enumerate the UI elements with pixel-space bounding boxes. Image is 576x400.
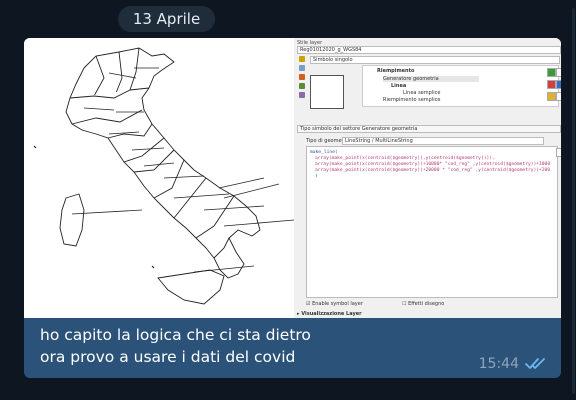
down-arrow-icon[interactable] <box>556 80 561 89</box>
diagram-tab-icon[interactable] <box>299 74 305 80</box>
symbology-tab-icon[interactable] <box>299 56 305 62</box>
layer-combo[interactable]: Reg01012020_g_WGS84 <box>297 46 561 54</box>
draw-effects-label: Effetti disegno <box>408 301 445 307</box>
3d-tab-icon[interactable] <box>299 83 305 89</box>
layer-rendering-section[interactable]: ▸ Visualizzazione Layer <box>297 311 362 317</box>
add-layer-icon[interactable] <box>547 68 556 77</box>
message-meta: 15:44 <box>479 356 549 372</box>
message-time: 15:44 <box>478 356 519 372</box>
screenshot-image[interactable]: Stile layer Reg01012020_g_WGS84 Simbolo … <box>24 38 561 318</box>
symbol-layer-type-label: Tipo simbolo del settore Generatore geom… <box>300 126 418 132</box>
remove-layer-icon[interactable] <box>547 80 556 89</box>
renderer-combo[interactable]: Simbolo singolo <box>310 56 560 64</box>
tree-fill[interactable]: Riempimento <box>377 68 414 74</box>
message-text: ho capito la logica che ci sta dietro or… <box>40 324 311 368</box>
lock-icon[interactable] <box>547 92 556 101</box>
message-bubble[interactable]: Stile layer Reg01012020_g_WGS84 Simbolo … <box>24 38 561 378</box>
symbol-layer-type-combo[interactable]: Tipo simbolo del settore Generatore geom… <box>297 125 561 133</box>
up-arrow-icon[interactable] <box>556 68 561 77</box>
layer-rendering-label: Visualizzazione Layer <box>301 311 362 317</box>
duplicate-icon[interactable] <box>556 92 561 101</box>
italy-map <box>24 38 295 318</box>
expr-line-2: array(make_point(x(centroid($geometry)),… <box>315 156 495 161</box>
italy-map-drawing <box>33 47 295 305</box>
tool-strip <box>299 56 306 126</box>
tree-geom-generator[interactable]: Generatore geometria <box>383 76 479 82</box>
draw-effects-checkbox[interactable]: ☐ Effetti disegno <box>402 301 444 307</box>
date-separator: 13 Aprile <box>118 6 215 32</box>
layer-combo-value: Reg01012020_g_WGS84 <box>300 47 362 53</box>
chat-scrollbar[interactable] <box>571 0 576 400</box>
expr-line-5: ) <box>315 174 318 179</box>
expr-line-3: array(make_point(x(centroid($geometry))+… <box>315 162 551 167</box>
expr-line-1: make_line( <box>310 150 338 155</box>
tree-line[interactable]: Linea <box>391 83 406 89</box>
message-line-1: ho capito la logica che ci sta dietro <box>40 326 311 344</box>
scrollbar-thumb[interactable] <box>572 8 575 394</box>
geometry-type-combo[interactable]: LineString / MultiLineString <box>342 137 544 145</box>
message-line-2: ora provo a usare i dati del covid <box>40 348 296 366</box>
geometry-type-value: LineString / MultiLineString <box>345 138 413 144</box>
double-check-read-icon <box>525 358 545 369</box>
qgis-style-panel: Stile layer Reg01012020_g_WGS84 Simbolo … <box>294 38 561 318</box>
tree-simple-line[interactable]: Linea semplice <box>403 90 440 96</box>
expression-button[interactable] <box>556 148 561 157</box>
expr-line-4: array(make_point(x(centroid($geometry))+… <box>315 168 551 173</box>
symbol-layer-tree[interactable]: Riempimento Generatore geometria Linea L… <box>362 65 559 107</box>
symbol-preview <box>310 75 344 109</box>
labels-tab-icon[interactable] <box>299 65 305 71</box>
expression-editor[interactable]: make_line( array(make_point(x(centroid($… <box>306 146 558 298</box>
enable-layer-checkbox[interactable]: ☑ Enable symbol layer <box>306 301 363 307</box>
tree-simple-fill[interactable]: Riempimento semplice <box>383 97 440 103</box>
enable-layer-label: Enable symbol layer <box>312 301 363 307</box>
history-tab-icon[interactable] <box>299 92 305 98</box>
renderer-combo-value: Simbolo singolo <box>313 57 353 63</box>
